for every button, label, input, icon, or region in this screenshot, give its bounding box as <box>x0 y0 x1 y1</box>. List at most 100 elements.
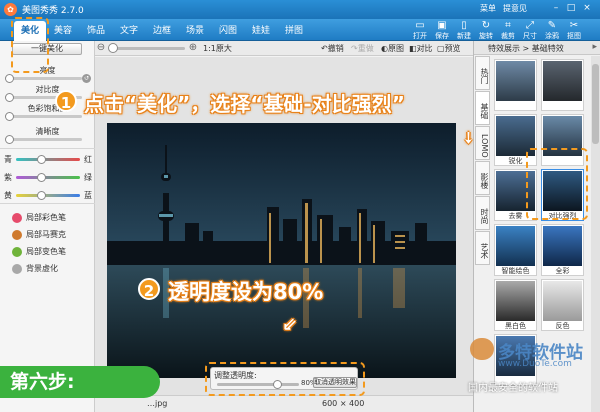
watermark-site: www.DuoTe.com <box>498 359 572 369</box>
close-icon[interactable]: × <box>581 3 593 14</box>
effect-thumbnail[interactable] <box>494 59 537 111</box>
redo-button[interactable]: ↷重做 <box>351 43 374 54</box>
divider <box>0 203 95 204</box>
tab-frames[interactable]: 边框 <box>146 21 178 41</box>
slider-knob[interactable] <box>37 155 46 164</box>
tab-art[interactable]: 艺术 <box>475 231 490 265</box>
image-dimensions: 600 × 400 <box>322 399 365 408</box>
cyan-red-balance[interactable]: 青 红 <box>4 155 92 164</box>
main-menu-bar: 美化 美容 饰品 文字 边框 场景 闪图 娃娃 拼图 ▭ 打开 ▣ 保存 ▯ 新建 ↻… <box>0 19 600 41</box>
watermark-logo-icon <box>470 338 494 360</box>
title-bar: ✿ 美图秀秀 2.7.0 菜单 提意见 – □ × <box>0 0 600 19</box>
minimize-icon[interactable]: – <box>550 3 562 14</box>
feedback-link[interactable]: 提意见 <box>503 3 527 14</box>
slider-knob[interactable] <box>5 93 14 102</box>
slider-knob[interactable] <box>37 173 46 182</box>
reset-icon[interactable]: ↺ <box>82 74 91 83</box>
zoom-out-icon[interactable]: ⊖ <box>95 42 107 54</box>
crop-button[interactable]: ⌗ 裁剪 <box>498 20 518 41</box>
scissors-icon: ✂ <box>569 20 579 31</box>
slider-knob[interactable] <box>5 74 14 83</box>
crop-icon: ⌗ <box>505 20 511 31</box>
tab-dolls[interactable]: 娃娃 <box>245 21 277 41</box>
resize-icon: ⤢ <box>526 20 534 31</box>
background-blur-tool[interactable]: 背景虚化 <box>12 263 58 275</box>
saturation-label: 色彩饱和度 <box>27 104 68 113</box>
original-button[interactable]: ◐原图 <box>381 43 404 54</box>
recolor-brush-icon <box>12 246 22 257</box>
slider-knob[interactable] <box>108 43 118 53</box>
save-button[interactable]: ▣ 保存 <box>432 20 452 41</box>
undo-icon: ↶ <box>321 44 328 53</box>
folder-icon: ▭ <box>415 20 425 31</box>
effect-full-color[interactable]: 全彩 <box>541 224 584 276</box>
effect-smart-color[interactable]: 智能绘色 <box>494 224 537 276</box>
yellow-blue-track[interactable] <box>16 194 80 197</box>
tab-lomo[interactable]: LOMO <box>475 126 490 160</box>
preview-button[interactable]: ▢预览 <box>437 43 461 54</box>
scrollbar-thumb[interactable] <box>592 64 599 144</box>
panel-close-icon[interactable]: ▸ <box>592 42 597 52</box>
local-recolor-brush[interactable]: 局部变色笔 <box>12 246 66 258</box>
effect-black-white[interactable]: 黑白色 <box>494 279 537 331</box>
save-icon: ▣ <box>437 20 447 31</box>
resize-button[interactable]: ⤢ 尺寸 <box>520 20 540 41</box>
tab-flash[interactable]: 闪图 <box>212 21 244 41</box>
rotate-button[interactable]: ↻ 旋转 <box>476 20 496 41</box>
watermark-slogan: 国内最安全的软件站 <box>468 383 558 394</box>
local-mosaic-brush[interactable]: 局部马赛克 <box>12 229 66 241</box>
status-bar: …jpg 600 × 400 <box>95 395 473 412</box>
tab-scenes[interactable]: 场景 <box>179 21 211 41</box>
menu-link[interactable]: 菜单 <box>480 3 496 14</box>
watermark: 多特软件站 www.DuoTe.com 国内最安全的软件站 <box>468 338 600 394</box>
tab-hot[interactable]: 热门 <box>475 56 490 90</box>
undo-button[interactable]: ↶撤销 <box>321 43 344 54</box>
sharpness-label: 清晰度 <box>35 127 60 136</box>
doodle-button[interactable]: ✎ 涂鸦 <box>542 20 562 41</box>
cyan-red-track[interactable] <box>16 158 80 161</box>
effects-header: 特效展示 > 基础特效 ▸ <box>474 41 600 55</box>
sharpness-slider[interactable] <box>5 135 82 144</box>
saturation-slider[interactable] <box>5 112 82 121</box>
tab-collage[interactable]: 拼图 <box>278 21 310 41</box>
brightness-slider[interactable] <box>5 74 82 83</box>
tab-text[interactable]: 文字 <box>113 21 145 41</box>
slider-knob[interactable] <box>5 112 14 121</box>
local-color-brush[interactable]: 局部彩色笔 <box>12 212 66 224</box>
view-toolbar: ⊖ ⊕ 1:1原大 ↶撤销 ↷重做 ◐原图 ◧对比 ▢预览 <box>95 41 473 56</box>
open-button[interactable]: ▭ 打开 <box>410 20 430 41</box>
magenta-green-balance[interactable]: 紫 绿 <box>4 173 92 182</box>
slider-knob[interactable] <box>37 191 46 200</box>
step2-instruction: 透明度设为80% <box>168 280 324 304</box>
effect-category-tabs: 热门 基础 LOMO 影楼 时尚 艺术 <box>475 56 491 265</box>
magenta-green-track[interactable] <box>16 176 80 179</box>
zoom-in-icon[interactable]: ⊕ <box>187 42 199 54</box>
slider-knob[interactable] <box>5 135 14 144</box>
photo-preview <box>107 123 456 378</box>
tab-fashion[interactable]: 时尚 <box>475 196 490 230</box>
effect-thumbnail[interactable] <box>541 59 584 111</box>
transparency-highlight <box>205 362 365 396</box>
high-contrast-highlight <box>526 148 588 220</box>
cutout-button[interactable]: ✂ 抠图 <box>564 20 584 41</box>
rotate-icon: ↻ <box>481 20 491 31</box>
original-icon: ◐ <box>381 44 388 53</box>
preview-icon: ▢ <box>437 44 445 53</box>
maximize-icon[interactable]: □ <box>565 3 577 14</box>
tab-studio[interactable]: 影楼 <box>475 161 490 195</box>
effect-invert[interactable]: 反色 <box>541 279 584 331</box>
compare-icon: ◧ <box>409 44 417 53</box>
arrow-down-left-icon: ⇙ <box>282 314 298 335</box>
step-number-badge: 2 <box>138 278 160 300</box>
actual-size-button[interactable]: 1:1原大 <box>203 43 232 54</box>
redo-icon: ↷ <box>351 44 358 53</box>
step-badge: 第六步: <box>0 366 160 398</box>
yellow-blue-balance[interactable]: 黄 蓝 <box>4 191 92 200</box>
compare-button[interactable]: ◧对比 <box>409 43 433 54</box>
tab-accessories[interactable]: 饰品 <box>80 21 112 41</box>
new-button[interactable]: ▯ 新建 <box>454 20 474 41</box>
zoom-slider[interactable] <box>108 43 185 53</box>
tab-basic[interactable]: 基础 <box>475 91 490 125</box>
mosaic-icon <box>12 229 22 240</box>
tab-beauty[interactable]: 美容 <box>47 21 79 41</box>
